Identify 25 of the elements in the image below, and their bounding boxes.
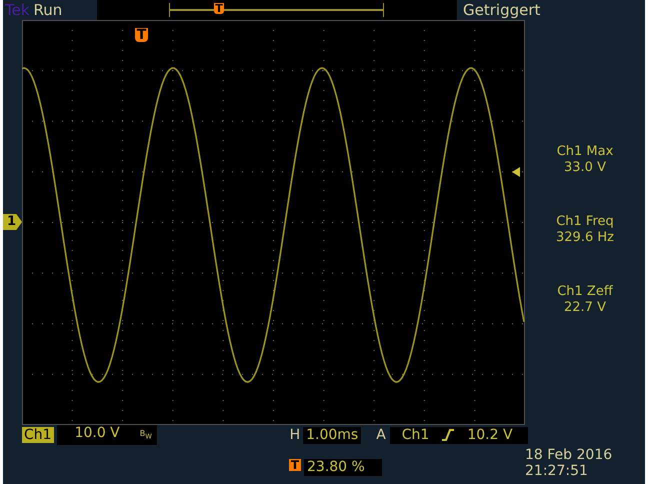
trigger-marker: T: [135, 28, 148, 42]
measurement-name: Ch1 Zeff: [557, 284, 613, 300]
trigger-status: Getriggert: [462, 0, 542, 20]
channel-label[interactable]: Ch1: [22, 427, 54, 443]
measurement-name: Ch1 Freq: [556, 214, 614, 230]
measurement-value: 329.6 Hz: [556, 230, 614, 246]
trigger-marker: T: [214, 3, 224, 14]
bandwidth-indicator: B$_{W}$: [140, 428, 152, 442]
trigger-source: Ch1: [402, 426, 430, 444]
time-label: 21:27:51: [525, 463, 589, 479]
date-label: 18 Feb 2016: [525, 447, 612, 463]
measurement-name: Ch1 Max: [556, 144, 614, 160]
timebase-readout: 1.00ms: [303, 426, 362, 444]
trigger-label: A: [376, 427, 386, 443]
level-marker-icon: [512, 167, 520, 177]
scale-value: 10.0 V: [74, 424, 120, 443]
trigger-position-readout: 23.80 %: [304, 459, 382, 476]
trigger-level: 10.2 V: [467, 426, 513, 444]
trigger-position-marker: T: [289, 459, 301, 471]
channel-marker: 1: [3, 214, 22, 230]
horizontal-label: H: [290, 427, 300, 443]
measurement-value: 33.0 V: [564, 160, 606, 176]
measurement-value: 22.7 V: [564, 300, 606, 316]
brand-label: Tek: [5, 1, 30, 19]
run-status: Run: [34, 1, 62, 19]
